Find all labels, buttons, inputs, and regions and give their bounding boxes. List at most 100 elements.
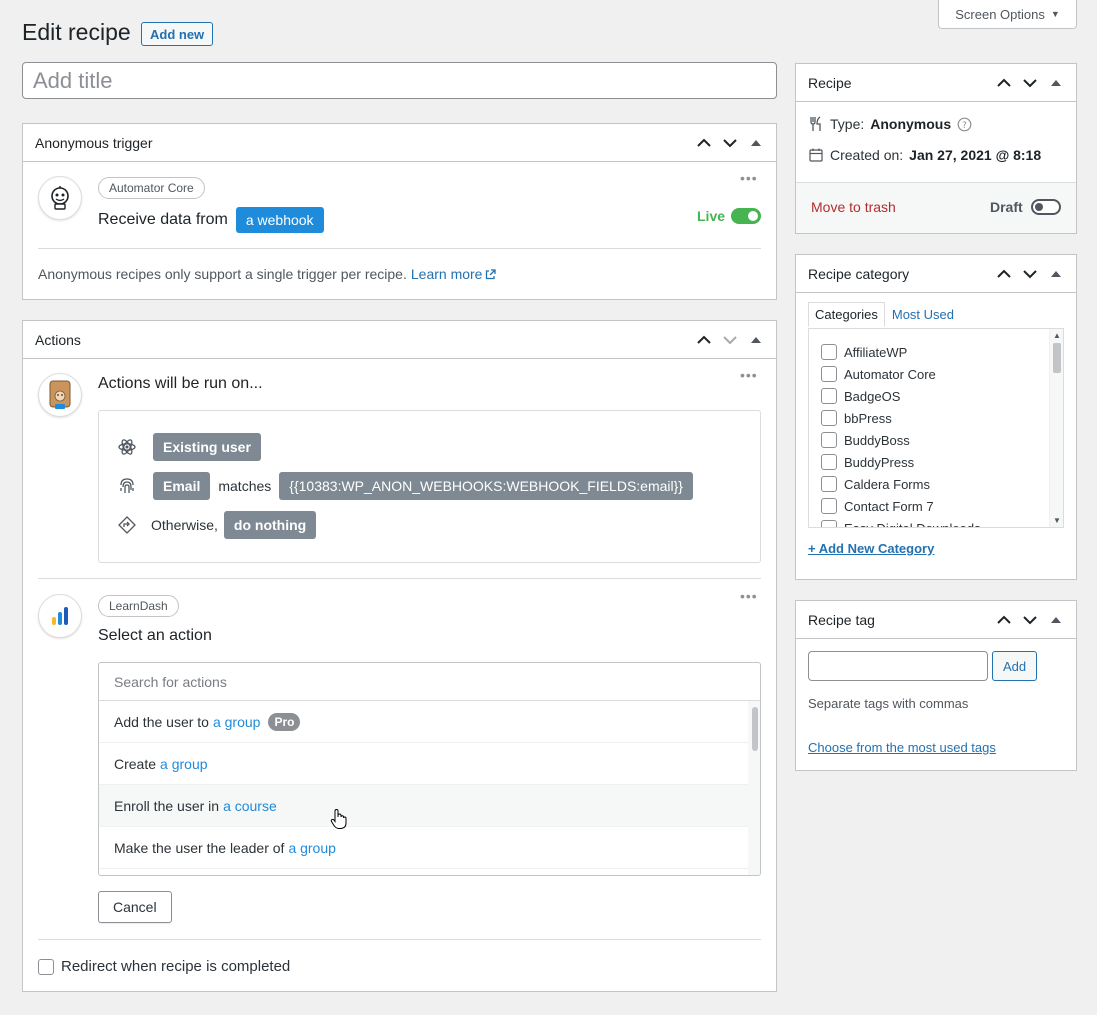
category-item[interactable]: Automator Core [809,363,1063,385]
category-box-header: Recipe category [796,255,1076,293]
recipe-created-label: Created on: [830,147,904,163]
category-list-scrollbar[interactable]: ▲ ▼ [1049,329,1063,527]
move-to-trash-link[interactable]: Move to trash [811,199,896,215]
category-item[interactable]: Caldera Forms [809,473,1063,495]
trigger-sentence-text: Receive data from [98,211,228,228]
category-list: AffiliateWP Automator Core BadgeOS bbPress B… [808,328,1064,528]
action-option[interactable]: Make the user the leader of a group [99,827,760,869]
collapse-icon[interactable] [748,135,764,151]
user-selector-avatar [38,373,82,417]
add-new-button[interactable]: Add new [141,22,214,46]
more-options-icon[interactable]: ••• [740,367,758,383]
learn-more-link[interactable]: Learn more [411,266,497,282]
cancel-button[interactable]: Cancel [98,891,172,923]
action-list-scroll-thumb[interactable] [752,707,758,751]
move-up-icon[interactable] [996,266,1012,282]
action-option[interactable]: Add the user to a group Pro [99,701,760,743]
collapse-icon[interactable] [1048,612,1064,628]
atom-icon [118,439,136,455]
category-checkbox[interactable] [821,366,837,382]
redirect-checkbox[interactable] [38,958,54,975]
category-item[interactable]: AffiliateWP [809,341,1063,363]
category-item[interactable]: BuddyPress [809,451,1063,473]
collapse-icon[interactable] [1048,75,1064,91]
email-field-token[interactable]: {{10383:WP_ANON_WEBHOOKS:WEBHOOK_FIELDS:… [279,472,693,500]
move-up-icon[interactable] [996,75,1012,91]
tag-hint: Separate tags with commas [808,696,969,711]
live-status[interactable]: Live [697,208,762,224]
action-option-text: Add the user to [114,713,209,730]
action-option-token: a group [288,839,336,856]
add-tag-button[interactable]: Add [992,651,1038,681]
tag-input[interactable] [808,651,988,681]
collapse-icon[interactable] [1048,266,1064,282]
trigger-box-header: Anonymous trigger [23,124,776,162]
otherwise-row: Otherwise, do nothing [117,511,317,539]
category-item[interactable]: bbPress [809,407,1063,429]
category-box-title: Recipe category [808,265,910,282]
utensils-icon [810,116,821,131]
category-item[interactable]: Easy Digital Downloads [809,517,1063,527]
screen-options-button[interactable]: Screen Options ▼ [938,0,1077,29]
category-checkbox[interactable] [821,476,837,492]
category-item[interactable]: BadgeOS [809,385,1063,407]
recipe-title-input[interactable] [22,62,777,99]
draft-status[interactable]: Draft [990,199,1061,215]
divider [38,578,761,579]
category-label: bbPress [844,410,892,426]
live-toggle[interactable] [731,208,762,224]
recipe-type-row: Type: Anonymous ? [808,116,972,132]
action-option[interactable]: Create a group [99,743,760,785]
move-up-icon[interactable] [696,332,712,348]
move-up-icon[interactable] [996,612,1012,628]
add-new-category-link[interactable]: + Add New Category [808,541,934,556]
action-option[interactable]: Enroll the user in a course [99,785,760,827]
move-down-icon[interactable] [1022,75,1038,91]
actions-box-header: Actions [23,321,776,359]
move-down-icon[interactable] [722,332,738,348]
category-checkbox[interactable] [821,410,837,426]
category-label: BuddyPress [844,454,915,470]
more-options-icon[interactable]: ••• [740,588,758,604]
category-item[interactable]: Contact Form 7 [809,495,1063,517]
trigger-sentence: Receive data from a webhook [98,207,324,233]
actions-box-title: Actions [35,331,81,348]
choose-tags-link[interactable]: Choose from the most used tags [808,740,996,755]
action-option-text: Enroll the user in [114,797,220,814]
tab-most-used[interactable]: Most Used [885,302,961,327]
category-label: Automator Core [844,366,936,382]
recipe-box-header: Recipe [796,64,1076,102]
category-checkbox[interactable] [821,498,837,514]
tab-categories[interactable]: Categories [808,302,885,327]
action-search-input[interactable]: Search for actions [99,663,760,701]
user-card-icon [49,380,71,409]
calendar-icon [809,148,823,162]
more-options-icon[interactable]: ••• [740,170,758,186]
existing-user-token[interactable]: Existing user [153,433,261,461]
recipe-created-row: Created on: Jan 27, 2021 @ 8:18 [808,147,1041,163]
action-option-text: Make the user the leader of [114,839,285,856]
do-nothing-token[interactable]: do nothing [223,511,317,539]
learndash-icon [52,607,68,625]
category-checkbox[interactable] [821,454,837,470]
action-option-token: a group [160,755,208,772]
learndash-avatar [38,594,82,638]
page-title: Edit recipe [22,19,131,45]
category-checkbox[interactable] [821,388,837,404]
webhook-token[interactable]: a webhook [235,207,324,233]
category-checkbox[interactable] [821,520,837,527]
category-checkbox[interactable] [821,344,837,360]
move-up-icon[interactable] [696,135,712,151]
move-down-icon[interactable] [1022,266,1038,282]
category-label: BuddyBoss [844,432,910,448]
category-checkbox[interactable] [821,432,837,448]
email-token[interactable]: Email [153,472,211,500]
move-down-icon[interactable] [1022,612,1038,628]
draft-toggle[interactable] [1030,199,1061,215]
move-down-icon[interactable] [722,135,738,151]
action-option-token: a course [223,797,277,814]
integration-pill: Automator Core [98,177,205,199]
collapse-icon[interactable] [748,332,764,348]
category-item[interactable]: BuddyBoss [809,429,1063,451]
robot-icon [51,186,69,210]
